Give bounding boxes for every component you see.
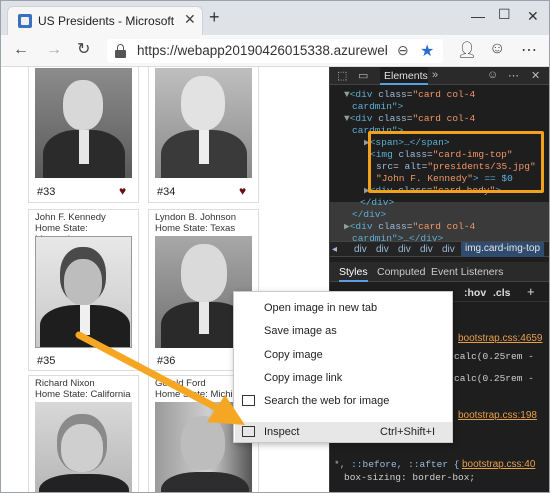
- tab-computed[interactable]: Computed: [377, 266, 425, 278]
- breadcrumb-div[interactable]: div: [420, 244, 433, 255]
- president-photo[interactable]: [35, 402, 132, 492]
- tab-elements[interactable]: Elements: [380, 67, 428, 85]
- img-element-highlight-box: [368, 131, 544, 193]
- president-name: Richard Nixon: [35, 378, 95, 389]
- president-photo-kennedy[interactable]: [35, 236, 132, 348]
- maximize-icon[interactable]: ☐: [498, 6, 511, 23]
- card-34: #34 ♥: [148, 67, 259, 203]
- add-rule-icon[interactable]: +: [527, 284, 535, 299]
- devtools-toolbar: ⬚ ▭ Elements » ☺ ⋯ ✕: [330, 67, 549, 85]
- home-state: Home State: Texas: [155, 223, 236, 234]
- close-tab-icon[interactable]: ✕: [184, 11, 196, 28]
- breadcrumb-active[interactable]: img.card-img-top: [461, 242, 545, 257]
- president-name: Gerald Ford: [155, 378, 206, 389]
- home-state: Home State: California: [35, 389, 131, 400]
- cls-toggle[interactable]: .cls: [493, 287, 511, 299]
- heart-icon[interactable]: ♥: [119, 184, 126, 198]
- style-source-link[interactable]: bootstrap.css:4659: [458, 333, 543, 344]
- url-text[interactable]: https://webapp20190426015338.azurewebsit…: [137, 43, 387, 58]
- breadcrumb-div[interactable]: div: [376, 244, 389, 255]
- device-toggle-icon[interactable]: ▭: [358, 69, 368, 82]
- style-source-link[interactable]: bootstrap.css:198: [458, 410, 537, 421]
- browser-window: US Presidents - Microsoft Edge D ✕ + — ☐…: [0, 0, 550, 493]
- menu-item-copy-image[interactable]: Copy image: [264, 349, 323, 361]
- devtools-close-icon[interactable]: ✕: [531, 69, 540, 82]
- card-number: #34: [157, 186, 176, 198]
- card-33: #33 ♥: [28, 67, 139, 203]
- minimize-icon[interactable]: —: [471, 8, 485, 24]
- close-window-icon[interactable]: ✕: [527, 8, 539, 25]
- refresh-icon[interactable]: ↻: [77, 41, 90, 59]
- search-image-icon: [242, 395, 255, 406]
- style-value: calc(0.25rem -: [454, 351, 534, 362]
- menu-item-copy-image-link[interactable]: Copy image link: [264, 372, 342, 384]
- breadcrumb-div[interactable]: div: [442, 244, 455, 255]
- style-source-link[interactable]: bootstrap.css:40: [462, 459, 535, 470]
- menu-item-open-image-new-tab[interactable]: Open image in new tab: [264, 302, 377, 314]
- more-menu-icon[interactable]: ⋯: [521, 40, 537, 60]
- tab-event-listeners[interactable]: Event Listeners: [431, 266, 503, 278]
- menu-item-save-image[interactable]: Save image as: [264, 325, 337, 337]
- dom-node-line[interactable]: cardmin">: [352, 101, 403, 113]
- menu-item-search-web-image[interactable]: Search the web for image: [264, 395, 389, 407]
- hov-toggle[interactable]: :hov: [464, 287, 486, 299]
- title-bar: US Presidents - Microsoft Edge D ✕ + — ☐…: [1, 1, 549, 35]
- president-photo[interactable]: [155, 68, 252, 178]
- tab-styles[interactable]: Styles: [339, 266, 368, 282]
- universal-selector: *, ::before, ::after {: [334, 459, 460, 470]
- new-tab-button[interactable]: +: [209, 8, 220, 26]
- card-35: John F. Kennedy Home State: Massachusett…: [28, 209, 139, 371]
- inspect-shortcut: Ctrl+Shift+I: [380, 426, 436, 438]
- dom-node-line[interactable]: ▶<div class="card col-4: [344, 221, 475, 233]
- tab-elements-label: Elements: [384, 70, 428, 82]
- box-sizing-rule: box-sizing: border-box;: [344, 472, 476, 483]
- style-value: calc(0.25rem -: [454, 373, 534, 384]
- devtools-menu-icon[interactable]: ⋯: [508, 69, 519, 82]
- feedback-smiley-icon[interactable]: ☺: [489, 40, 505, 58]
- context-menu: Open image in new tab Save image as Copy…: [233, 291, 453, 443]
- breadcrumb: ◂ div div div div div img.card-img-top: [330, 241, 549, 257]
- president-name: John F. Kennedy: [35, 212, 106, 223]
- lock-icon: [115, 44, 126, 58]
- dom-node-line[interactable]: </div>: [360, 197, 394, 209]
- card-37: Richard Nixon Home State: California: [28, 375, 139, 492]
- address-bar[interactable]: https://webapp20190426015338.azurewebsit…: [107, 39, 443, 63]
- forward-icon[interactable]: →: [46, 41, 62, 59]
- page-icon: [18, 14, 32, 28]
- profile-icon[interactable]: 👤︎: [457, 40, 477, 60]
- heart-icon[interactable]: ♥: [239, 184, 246, 198]
- zoom-icon[interactable]: ⊖: [397, 42, 409, 59]
- inspect-element-icon[interactable]: ⬚: [337, 69, 347, 82]
- card-number: #35: [37, 355, 56, 367]
- feedback-smiley-icon[interactable]: ☺: [487, 69, 498, 81]
- menu-item-inspect[interactable]: Inspect: [264, 426, 299, 438]
- card-number: #36: [157, 355, 176, 367]
- back-icon[interactable]: ←: [13, 41, 29, 59]
- dom-node-line[interactable]: ▼<div class="card col-4: [344, 113, 475, 125]
- styles-tab-bar: Styles Computed Event Listeners: [330, 262, 549, 282]
- toolbar: ← → ↻ https://webapp20190426015338.azure…: [1, 35, 549, 67]
- tab-title: US Presidents - Microsoft Edge D: [38, 14, 178, 28]
- inspect-icon: [242, 426, 255, 437]
- dom-node-line[interactable]: ▼<div class="card col-4: [344, 89, 475, 101]
- breadcrumb-div[interactable]: div: [354, 244, 367, 255]
- card-number: #33: [37, 186, 56, 198]
- president-name: Lyndon B. Johnson: [155, 212, 236, 223]
- browser-tab[interactable]: US Presidents - Microsoft Edge D ✕: [7, 6, 203, 35]
- breadcrumb-div[interactable]: div: [398, 244, 411, 255]
- favorite-star-icon[interactable]: ★: [420, 41, 434, 61]
- more-tabs-icon[interactable]: »: [432, 69, 438, 81]
- dom-node-line[interactable]: </div>: [352, 209, 386, 221]
- president-photo[interactable]: [35, 68, 132, 178]
